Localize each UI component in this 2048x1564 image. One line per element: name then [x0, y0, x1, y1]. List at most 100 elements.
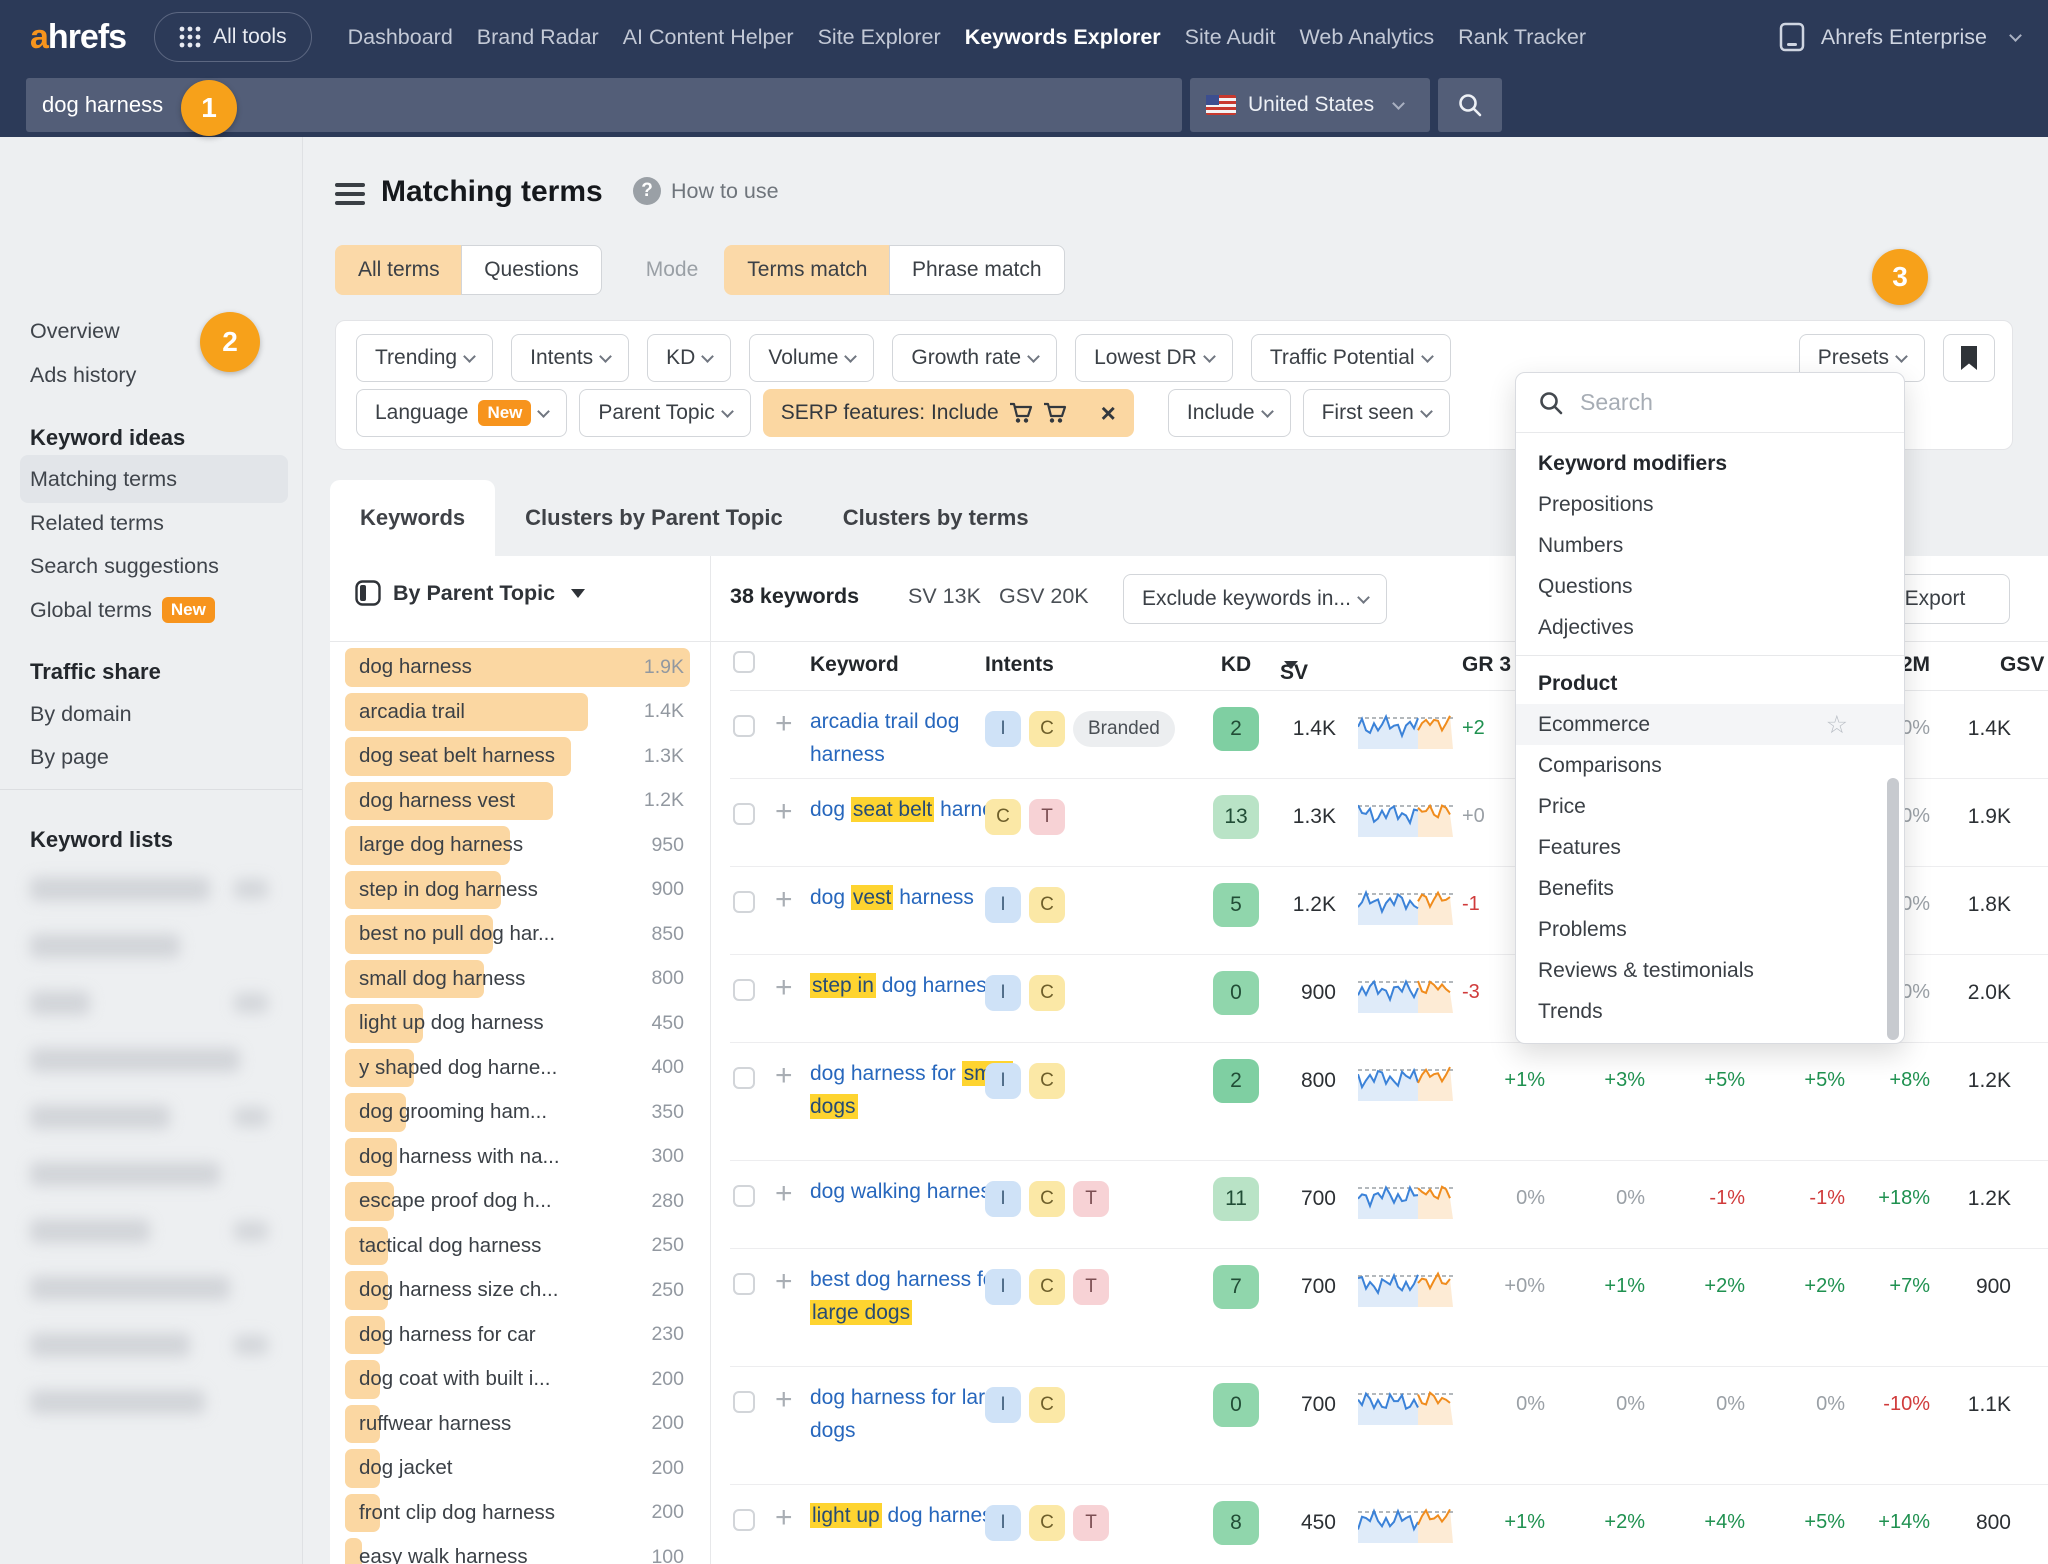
filter-kd[interactable]: KD — [647, 334, 731, 382]
add-to-list-icon[interactable]: + — [775, 1059, 793, 1093]
parent-topic-row[interactable]: dog jacket200 — [345, 1446, 690, 1491]
preset-option[interactable]: Numbers — [1516, 525, 1904, 566]
search-button[interactable] — [1438, 78, 1502, 132]
preset-option[interactable]: Trends — [1516, 991, 1904, 1032]
sidebar-item-by-domain[interactable]: By domain — [30, 702, 132, 727]
sidebar-item-search-suggestions[interactable]: Search suggestions — [30, 554, 219, 579]
parent-topic-row[interactable]: tactical dog harness250 — [345, 1224, 690, 1269]
row-checkbox[interactable] — [733, 1273, 755, 1295]
hamburger-icon[interactable] — [335, 183, 365, 207]
nav-item[interactable]: AI Content Helper — [611, 25, 806, 50]
row-checkbox[interactable] — [733, 715, 755, 737]
row-checkbox[interactable] — [733, 1067, 755, 1089]
preset-option[interactable]: Adjectives — [1516, 607, 1904, 648]
row-checkbox[interactable] — [733, 803, 755, 825]
parent-topic-row[interactable]: dog harness vest1.2K — [345, 779, 690, 824]
add-to-list-icon[interactable]: + — [775, 707, 793, 741]
nav-item[interactable]: Web Analytics — [1288, 25, 1447, 50]
parent-topic-row[interactable]: large dog harness950 — [345, 823, 690, 868]
all-terms-toggle[interactable]: All terms — [335, 245, 463, 295]
sidebar-item-overview[interactable]: Overview — [30, 319, 120, 344]
filter-volume[interactable]: Volume — [749, 334, 874, 382]
preset-option[interactable]: Reviews & testimonials — [1516, 950, 1904, 991]
tab-clusters-parent-topic[interactable]: Clusters by Parent Topic — [495, 480, 813, 556]
exclude-keywords-button[interactable]: Exclude keywords in... — [1123, 574, 1387, 624]
group-by-parent-topic[interactable]: By Parent Topic — [355, 580, 585, 606]
sidebar-item-by-page[interactable]: By page — [30, 745, 109, 770]
filter-intents[interactable]: Intents — [511, 334, 629, 382]
row-checkbox[interactable] — [733, 1185, 755, 1207]
preset-option[interactable]: Comparisons — [1516, 745, 1904, 786]
all-tools-button[interactable]: All tools — [154, 12, 312, 62]
parent-topic-row[interactable]: easy walk harness100 — [345, 1535, 690, 1564]
add-to-list-icon[interactable]: + — [775, 1501, 793, 1535]
preset-option[interactable]: Price — [1516, 786, 1904, 827]
nav-item[interactable]: Rank Tracker — [1446, 25, 1598, 50]
filter-include[interactable]: Include — [1168, 389, 1291, 437]
parent-topic-row[interactable]: small dog harness800 — [345, 957, 690, 1002]
parent-topic-row[interactable]: y shaped dog harne...400 — [345, 1046, 690, 1091]
nav-item[interactable]: Site Explorer — [806, 25, 953, 50]
sidebar-item-ads-history[interactable]: Ads history — [30, 363, 136, 388]
nav-item[interactable]: Site Audit — [1173, 25, 1288, 50]
preset-option[interactable]: Questions — [1516, 566, 1904, 607]
col-intents[interactable]: Intents — [985, 653, 1054, 677]
add-to-list-icon[interactable]: + — [775, 883, 793, 917]
parent-topic-row[interactable]: step in dog harness900 — [345, 868, 690, 913]
add-to-list-icon[interactable]: + — [775, 1177, 793, 1211]
parent-topic-row[interactable]: dog harness1.9K — [345, 645, 690, 690]
preset-option[interactable]: Prepositions — [1516, 484, 1904, 525]
terms-match-toggle[interactable]: Terms match — [724, 245, 890, 295]
row-checkbox[interactable] — [733, 1391, 755, 1413]
row-checkbox[interactable] — [733, 979, 755, 1001]
questions-toggle[interactable]: Questions — [461, 245, 602, 295]
filter-first-seen[interactable]: First seen — [1303, 389, 1450, 437]
parent-topic-row[interactable]: dog grooming ham...350 — [345, 1090, 690, 1135]
tab-clusters-terms[interactable]: Clusters by terms — [813, 480, 1059, 556]
parent-topic-row[interactable]: escape proof dog h...280 — [345, 1179, 690, 1224]
serp-features-chip[interactable]: SERP features: Include × — [763, 389, 1134, 437]
filter-traffic-potential[interactable]: Traffic Potential — [1251, 334, 1451, 382]
parent-topic-row[interactable]: dog harness size ch...250 — [345, 1268, 690, 1313]
filter-parent-topic[interactable]: Parent Topic — [579, 389, 750, 437]
add-to-list-icon[interactable]: + — [775, 971, 793, 1005]
phrase-match-toggle[interactable]: Phrase match — [889, 245, 1065, 295]
parent-topic-row[interactable]: best no pull dog har...850 — [345, 912, 690, 957]
filter-lowest-dr[interactable]: Lowest DR — [1075, 334, 1233, 382]
preset-option[interactable]: Features — [1516, 827, 1904, 868]
parent-topic-row[interactable]: arcadia trail1.4K — [345, 690, 690, 735]
nav-item[interactable]: Dashboard — [336, 25, 465, 50]
add-to-list-icon[interactable]: + — [775, 795, 793, 829]
parent-topic-row[interactable]: front clip dog harness200 — [345, 1491, 690, 1536]
scrollbar-thumb[interactable] — [1887, 778, 1899, 1040]
country-select[interactable]: United States — [1190, 78, 1430, 132]
parent-topic-row[interactable]: dog coat with built i...200 — [345, 1357, 690, 1402]
preset-option[interactable]: Problems — [1516, 909, 1904, 950]
favorite-star-icon[interactable]: ☆ — [1826, 710, 1848, 740]
row-checkbox[interactable] — [733, 891, 755, 913]
parent-topic-row[interactable]: light up dog harness450 — [345, 1001, 690, 1046]
account-menu[interactable]: Ahrefs Enterprise — [1779, 22, 2020, 52]
bookmark-button[interactable] — [1943, 334, 1995, 382]
preset-option[interactable]: Ecommerce☆ — [1516, 704, 1904, 745]
row-checkbox[interactable] — [733, 1509, 755, 1531]
filter-trending[interactable]: Trending — [356, 334, 493, 382]
sidebar-item-matching-terms[interactable]: Matching terms — [30, 467, 177, 492]
col-keyword[interactable]: Keyword — [810, 653, 899, 677]
sidebar-item-global-terms[interactable]: Global termsNew — [30, 597, 215, 623]
remove-filter-icon[interactable]: × — [1101, 398, 1116, 429]
nav-item[interactable]: Keywords Explorer — [953, 25, 1173, 50]
filter-language[interactable]: LanguageNew — [356, 389, 567, 437]
nav-item[interactable]: Brand Radar — [465, 25, 611, 50]
col-kd[interactable]: KD — [1213, 653, 1259, 677]
how-to-use-link[interactable]: ? How to use — [633, 177, 779, 205]
select-all-checkbox[interactable] — [733, 651, 755, 673]
parent-topic-row[interactable]: dog seat belt harness1.3K — [345, 734, 690, 779]
add-to-list-icon[interactable]: + — [775, 1265, 793, 1299]
parent-topic-row[interactable]: dog harness with na...300 — [345, 1135, 690, 1180]
parent-topic-row[interactable]: dog harness for car230 — [345, 1313, 690, 1358]
presets-search[interactable]: Search — [1516, 373, 1904, 433]
parent-topic-row[interactable]: ruffwear harness200 — [345, 1402, 690, 1447]
ahrefs-logo[interactable]: ahrefs — [30, 18, 126, 57]
col-gsv[interactable]: GSV — [2000, 653, 2044, 677]
